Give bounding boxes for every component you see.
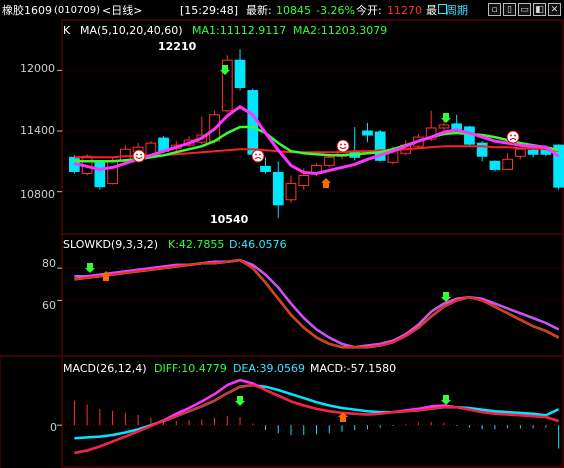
candle-body xyxy=(438,124,450,129)
candle-body xyxy=(107,160,118,185)
candle-body xyxy=(247,90,259,155)
smile-icon xyxy=(132,149,146,163)
candle-body xyxy=(323,156,335,166)
frown-icon xyxy=(251,149,265,163)
price-tick-12000: 12000 xyxy=(20,62,55,75)
candle-body xyxy=(362,130,373,136)
macd-lower-line xyxy=(74,384,559,454)
kd-k-line xyxy=(74,258,560,349)
macd-value-legend: MACD:-57.1580 xyxy=(310,362,397,375)
frown-icon-eye-right xyxy=(259,153,261,156)
smile-icon xyxy=(336,139,350,153)
frown-icon-eye-left xyxy=(255,153,257,156)
kd-k-legend: K:42.7855 xyxy=(168,238,225,251)
down-arrow-icon xyxy=(235,396,245,406)
candle-body xyxy=(94,160,106,188)
candle-body xyxy=(451,123,463,130)
down-arrow-icon xyxy=(441,113,451,123)
high-marker: 12210 xyxy=(158,40,197,53)
kd-tick-80: 80 xyxy=(42,257,56,270)
candle-body xyxy=(272,171,284,206)
kline-chart[interactable] xyxy=(0,0,564,468)
ma-params: MA(5,10,20,40,60) xyxy=(80,24,183,37)
ma2-legend: MA2:11203.3079 xyxy=(293,24,388,37)
price-indicator: K xyxy=(63,24,71,37)
kd-name: SLOWKD(9,3,3,2) xyxy=(63,238,159,251)
frown-icon-eye-right xyxy=(514,134,516,137)
candle-body xyxy=(285,183,297,201)
smile-icon-eye-left xyxy=(340,143,342,146)
macd-diff-line xyxy=(74,378,559,455)
candle-body xyxy=(298,174,310,187)
price-tick-10800: 10800 xyxy=(20,188,55,201)
candle-body xyxy=(502,158,514,170)
frown-icon-eye-left xyxy=(510,134,512,137)
macd-diff-legend: DIFF:10.4779 xyxy=(154,362,227,375)
down-arrow-icon xyxy=(441,395,451,405)
up-arrow-icon xyxy=(321,178,331,188)
y-axis-ticks xyxy=(57,69,62,426)
candle-body xyxy=(260,165,271,172)
smile-icon-eye-right xyxy=(344,143,346,146)
macd-name: MACD(26,12,4) xyxy=(63,362,147,375)
ma1-legend: MA1:11112.9117 xyxy=(192,24,287,37)
kd-d-legend: D:46.0576 xyxy=(229,238,287,251)
low-marker: 10540 xyxy=(210,213,249,226)
smile-icon-eye-left xyxy=(136,153,138,156)
kd-tick-60: 60 xyxy=(42,299,56,312)
macd-dea-legend: DEA:39.0569 xyxy=(233,362,305,375)
panel-frame-price xyxy=(61,19,564,235)
candle-body xyxy=(527,149,539,155)
candle-body xyxy=(234,59,246,89)
down-arrow-icon xyxy=(85,263,95,273)
kline-window: { "colors": { "up": "#ff3232", "down": "… xyxy=(0,0,564,468)
price-tick-11400: 11400 xyxy=(20,124,55,137)
candlestick-series xyxy=(69,49,564,218)
candle-body xyxy=(476,142,488,157)
candle-body xyxy=(515,148,526,157)
indicator-lines xyxy=(74,105,560,455)
macd-tick-0: 0 xyxy=(50,421,57,434)
panel-frame-kd xyxy=(61,233,564,357)
candle-body xyxy=(489,160,501,170)
smile-icon-eye-right xyxy=(140,153,142,156)
frown-icon xyxy=(506,130,520,144)
